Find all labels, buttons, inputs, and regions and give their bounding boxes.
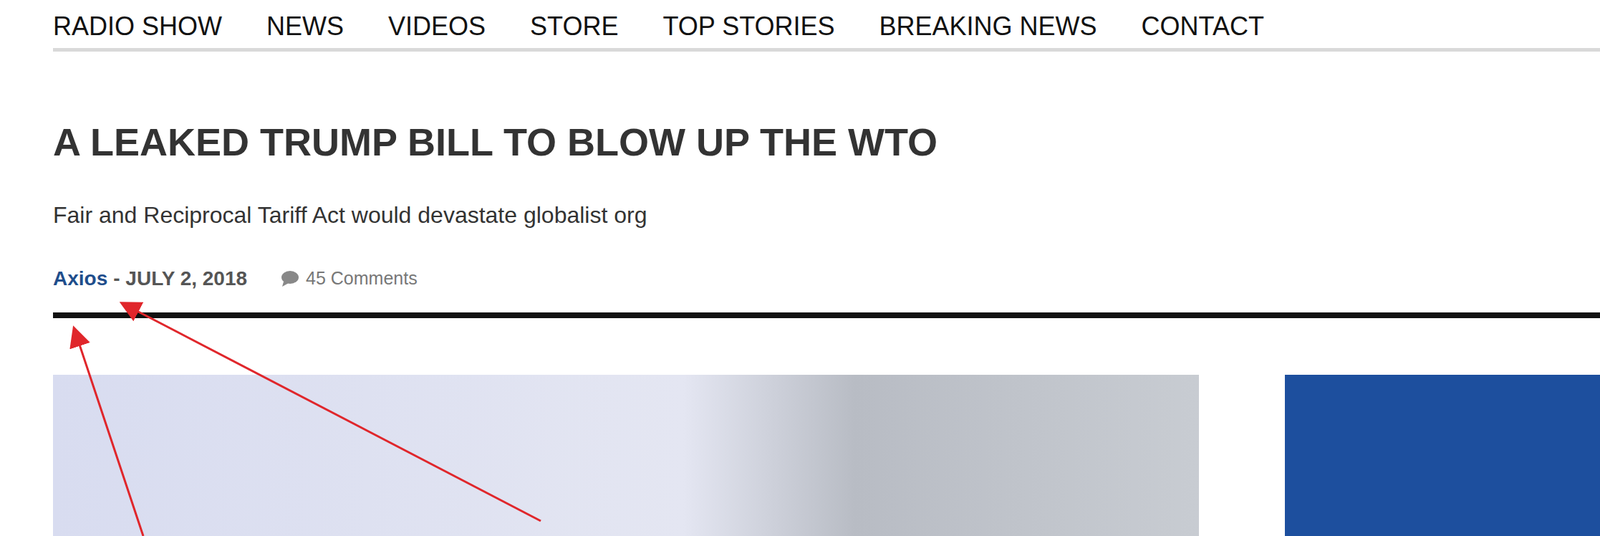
nav-item[interactable]: BREAKING NEWS — [879, 10, 1098, 43]
article-title: A LEAKED TRUMP BILL TO BLOW UP THE WTO — [52, 118, 1600, 165]
top-nav: RADIO SHOW NEWS VIDEOS STORE TOP STORIES BREA… — [52, 0, 1600, 48]
nav-divider — [52, 47, 1600, 52]
nav-item[interactable]: TOP STORIES — [662, 10, 835, 43]
nav-item[interactable]: RADIO SHOW — [52, 10, 223, 43]
source-link[interactable]: Axios — [52, 263, 108, 294]
comment-icon — [280, 270, 301, 288]
article-subtitle: Fair and Reciprocal Tariff Act would dev… — [52, 199, 1600, 231]
annotation-arrows — [0, 0, 1600, 536]
article-date: - JULY 2, 2018 — [113, 263, 248, 294]
nav-item[interactable]: VIDEOS — [388, 10, 486, 43]
nav-item[interactable]: STORE — [529, 10, 619, 43]
comments-link[interactable]: 45 Comments — [280, 264, 418, 293]
ad-banner[interactable] — [1284, 374, 1600, 536]
nav-item[interactable]: NEWS — [266, 10, 344, 43]
nav-item[interactable]: CONTACT — [1141, 10, 1265, 43]
comments-count[interactable]: 45 Comments — [305, 264, 418, 293]
content-row — [52, 374, 1600, 536]
meta-divider — [52, 312, 1600, 318]
article-meta: Axios- JULY 2, 2018 45 Comments — [52, 264, 1600, 293]
article-image — [52, 374, 1199, 536]
